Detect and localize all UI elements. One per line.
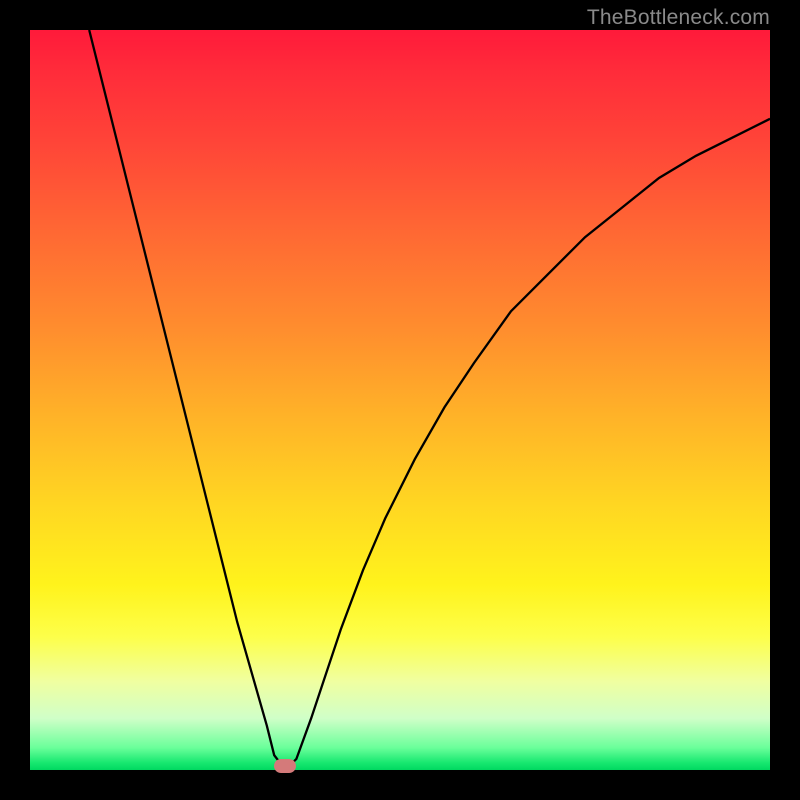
plot-area: [30, 30, 770, 770]
minimum-marker: [274, 759, 296, 773]
curve-svg: [30, 30, 770, 770]
chart-container: TheBottleneck.com: [0, 0, 800, 800]
bottleneck-curve: [89, 30, 770, 766]
watermark-text: TheBottleneck.com: [587, 6, 770, 30]
